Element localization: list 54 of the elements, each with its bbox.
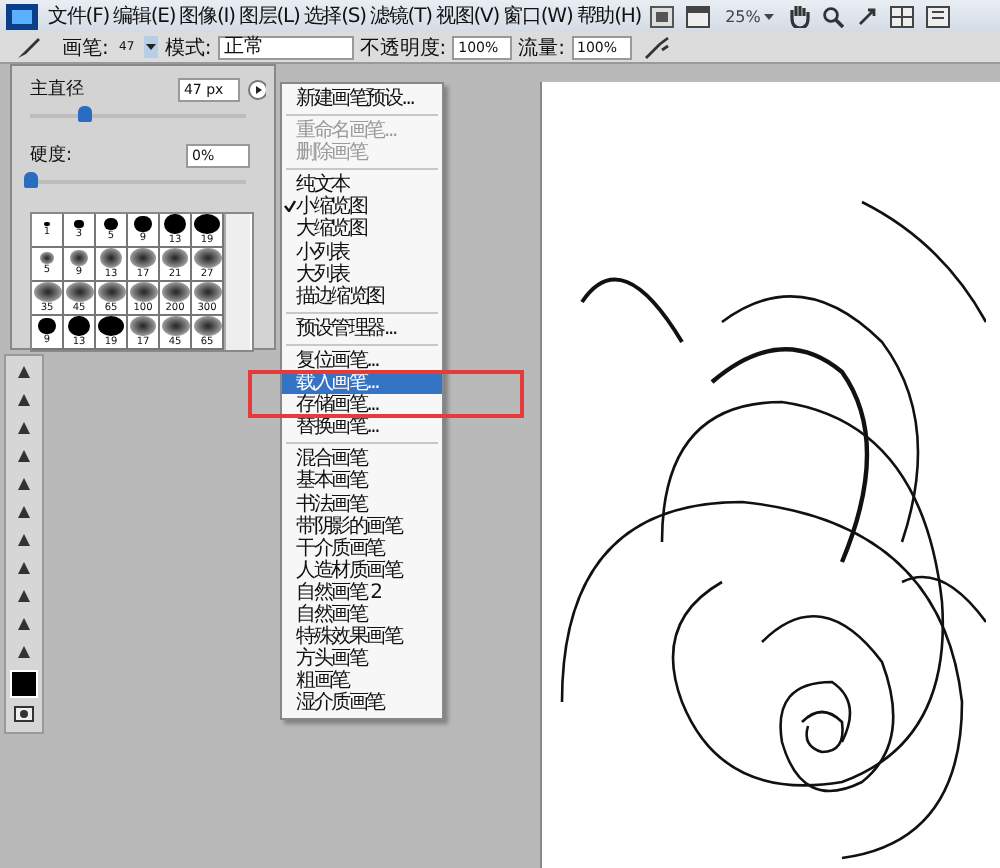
menu-option[interactable]: 人造材质画笔 [282,559,442,582]
slider-thumb[interactable] [78,106,92,122]
caret-icon[interactable] [764,13,775,19]
quick-mask-icon[interactable] [14,706,34,722]
menu-item[interactable]: 选择(S) [301,2,368,30]
mode-dropdown[interactable]: 正常 [217,35,354,59]
hardness-label: 硬度: [30,143,75,168]
menu-item[interactable]: 视图(V) [433,2,502,30]
menu-option[interactable]: 小缩览图 [282,196,442,219]
menu-item[interactable]: 文件(F) [46,2,112,30]
mode-label: 模式: [164,35,212,61]
zoom-level[interactable]: 25% [725,7,761,25]
menu-item[interactable]: 滤镜(T) [367,2,434,30]
menu-option[interactable]: 自然画笔 [282,603,442,627]
search-icon[interactable] [822,5,845,27]
menu-item[interactable]: 图层(L) [236,2,302,30]
arrange-icon[interactable] [890,5,915,27]
panel-menu-button[interactable] [247,79,266,99]
menu-option[interactable]: 带阴影的画笔 [282,515,442,538]
menu-option[interactable]: 纯文本 [282,174,442,197]
brush-picker-button[interactable] [144,36,159,58]
menu-option[interactable]: 小列表 [282,241,442,264]
diameter-label: 主直径 [30,77,86,102]
menu-item[interactable]: 窗口(W) [501,2,575,30]
airbrush-icon[interactable] [643,35,672,59]
color-swatch[interactable] [10,670,38,698]
menu-option[interactable]: 预设管理器... [282,317,442,340]
menu-option[interactable]: 干介质画笔 [282,537,442,560]
scrollbar[interactable] [224,214,250,350]
menu-option[interactable]: 存储画笔... [282,394,442,417]
screen-mode-icon[interactable] [685,5,710,27]
menu-option[interactable]: 书法画笔 [282,493,442,516]
app-logo-icon[interactable] [6,3,38,29]
hand-icon[interactable] [788,4,811,28]
menu-option[interactable]: 大列表 [282,263,442,286]
slider-thumb[interactable] [24,172,38,188]
menu-option[interactable]: 混合画笔 [282,448,442,471]
flow-label: 流量: [518,35,566,61]
brush-label: 画笔: [62,35,109,61]
menu-item[interactable]: 编辑(E) [111,2,178,30]
menu-option[interactable]: 描边缩览图 [282,285,442,308]
menu-option[interactable]: 方头画笔 [282,648,442,671]
menu-item[interactable]: 图像(I) [177,2,237,30]
menu-option[interactable]: 湿介质画笔 [282,692,442,715]
menu-option[interactable]: 粗画笔 [282,670,442,693]
menu-option[interactable]: 复位画笔... [282,349,442,373]
menu-option[interactable]: 大缩览图 [282,218,442,242]
menu-item[interactable]: 帮助(H) [574,2,644,30]
menu-option[interactable]: 基本画笔 [282,470,442,493]
menu-option[interactable]: 新建画笔预设... [282,88,442,111]
menu-option[interactable]: 特殊效果画笔 [282,626,442,649]
menu-option[interactable]: 自然画笔 2 [282,581,442,604]
opacity-label: 不透明度: [359,35,447,61]
workspace-icon[interactable] [926,5,951,27]
